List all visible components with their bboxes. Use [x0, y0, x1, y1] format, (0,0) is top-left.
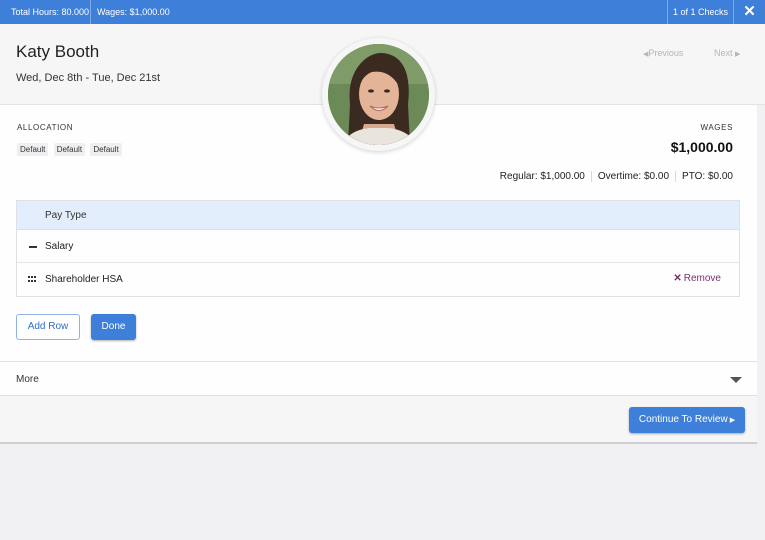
pay-type-header: Pay Type: [45, 210, 87, 221]
wages-label: WAGES: [700, 123, 733, 132]
footer-bar: Continue To Review ▶: [0, 396, 757, 444]
chevron-right-icon: ▶: [729, 417, 736, 424]
pay-type-table: Pay Type Salary Shareholder HSA ✕ Remove: [16, 200, 740, 297]
remove-button[interactable]: ✕ Remove: [673, 273, 721, 284]
close-icon[interactable]: ✕: [734, 0, 765, 24]
next-button[interactable]: Next ▶: [714, 48, 740, 58]
previous-button[interactable]: ◀Previous: [643, 48, 683, 58]
summary-bar: Total Hours: 80.000 Wages: $1,000.00 1 o…: [0, 0, 765, 24]
total-wages: Wages: $1,000.00: [97, 7, 170, 17]
remove-label: Remove: [683, 273, 721, 284]
chevron-right-icon: ▶: [735, 51, 741, 58]
wages-total: $1,000.00: [670, 139, 733, 155]
allocation-chip: Default: [53, 143, 86, 156]
pay-type-label: Salary: [45, 241, 74, 252]
divider: [90, 0, 91, 24]
table-row: Shareholder HSA ✕ Remove: [17, 263, 739, 296]
pto-wages: PTO: $0.00: [675, 171, 733, 182]
divider: [667, 0, 668, 24]
more-toggle[interactable]: More: [0, 361, 757, 396]
regular-wages: Regular: $1,000.00: [499, 171, 585, 182]
overtime-wages: Overtime: $0.00: [590, 171, 675, 182]
chevron-down-icon: [730, 377, 742, 383]
employee-photo: [328, 44, 429, 145]
continue-to-review-button[interactable]: Continue To Review ▶: [629, 407, 745, 433]
allocation-chip: Default: [90, 143, 122, 156]
done-button[interactable]: Done: [91, 314, 136, 340]
check-counter: 1 of 1 Checks: [673, 7, 729, 17]
drag-handle-icon[interactable]: [28, 276, 37, 282]
employee-name: Katy Booth: [16, 42, 100, 61]
pay-period: Wed, Dec 8th - Tue, Dec 21st: [16, 72, 161, 84]
table-row: Salary: [17, 230, 739, 263]
pay-type-label: Shareholder HSA: [45, 274, 123, 285]
next-label: Next: [714, 48, 733, 58]
allocation-chips: Default Default Default: [17, 141, 124, 156]
dash-icon: [29, 246, 37, 248]
continue-label: Continue To Review: [638, 414, 728, 425]
allocation-label: ALLOCATION: [17, 123, 74, 132]
total-hours: Total Hours: 80.000: [11, 7, 90, 17]
wages-breakdown: Regular: $1,000.00 Overtime: $0.00 PTO: …: [494, 171, 733, 182]
allocation-chip: Default: [17, 143, 49, 156]
previous-label: Previous: [648, 48, 684, 58]
close-icon: ✕: [673, 273, 682, 284]
add-row-button[interactable]: Add Row: [16, 314, 80, 340]
avatar: [322, 38, 435, 151]
table-header: Pay Type: [17, 201, 739, 230]
more-label: More: [16, 374, 39, 385]
